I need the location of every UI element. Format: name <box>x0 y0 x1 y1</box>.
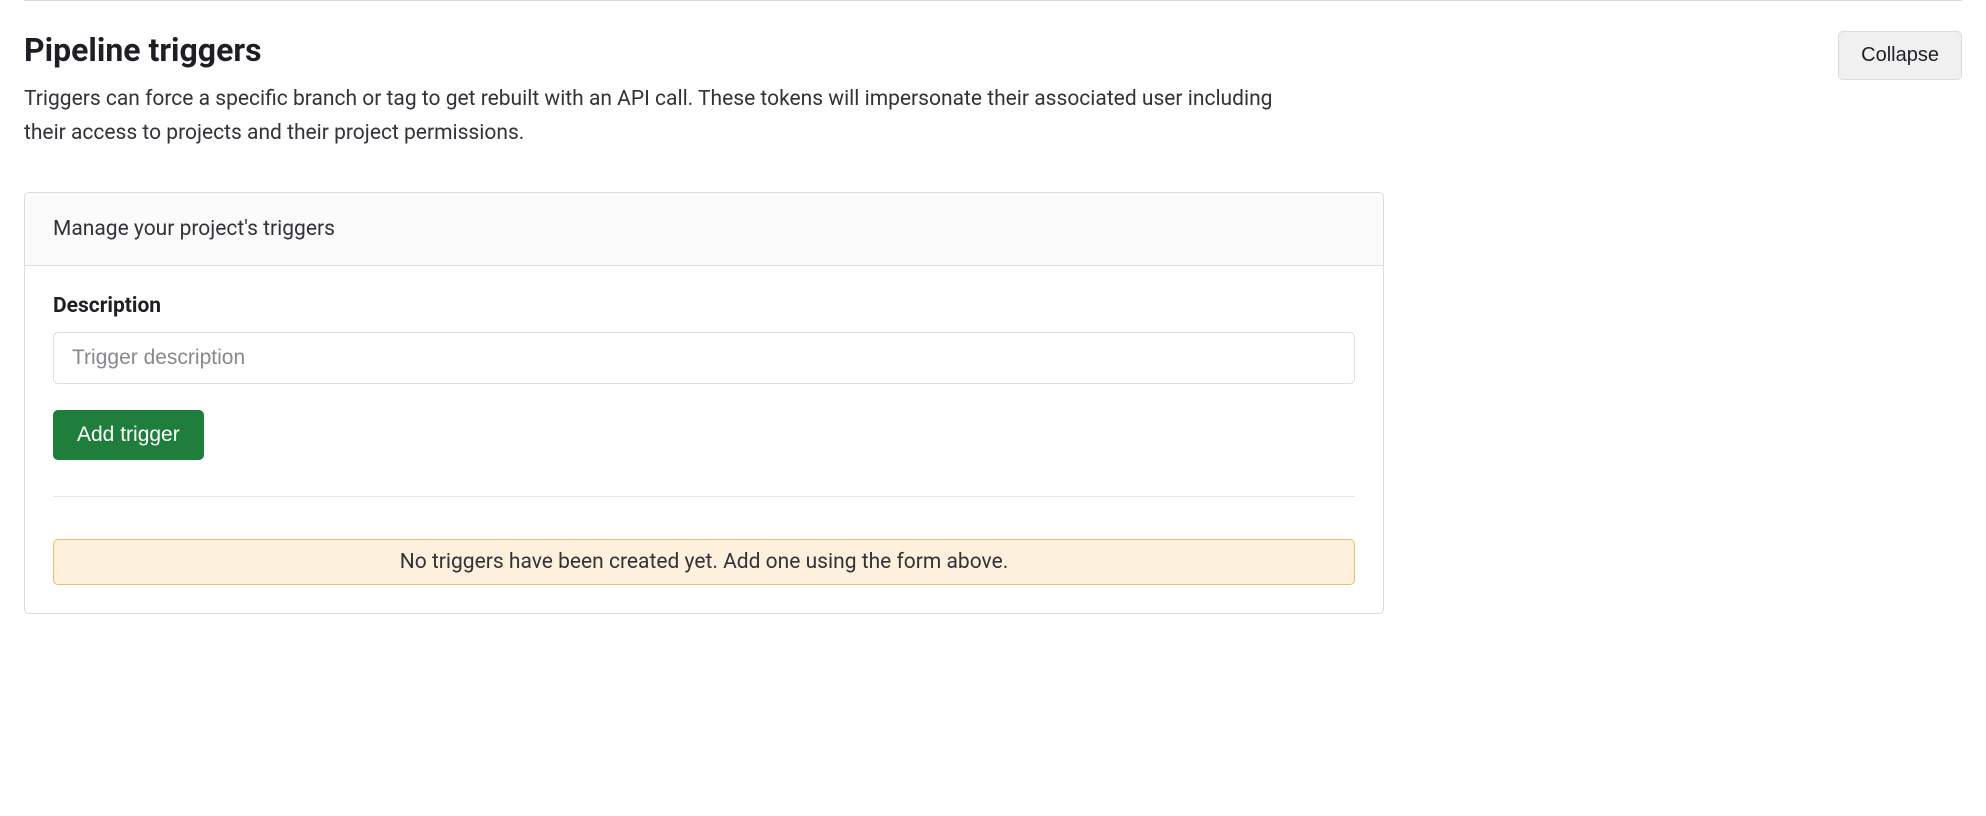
card-header: Manage your project's triggers <box>25 193 1383 266</box>
triggers-card: Manage your project's triggers Descripti… <box>24 192 1384 614</box>
section-title: Pipeline triggers <box>24 31 1384 69</box>
add-trigger-button[interactable]: Add trigger <box>53 410 204 460</box>
collapse-button[interactable]: Collapse <box>1838 31 1962 80</box>
section-header-text: Pipeline triggers Triggers can force a s… <box>24 31 1384 150</box>
section-description: Triggers can force a specific branch or … <box>24 83 1304 150</box>
form-divider <box>53 496 1355 497</box>
description-label: Description <box>53 294 1355 318</box>
section-header: Pipeline triggers Triggers can force a s… <box>24 31 1962 150</box>
empty-state-alert: No triggers have been created yet. Add o… <box>53 539 1355 585</box>
section-divider <box>24 0 1962 1</box>
card-body: Description Add trigger No triggers have… <box>25 266 1383 613</box>
description-input[interactable] <box>53 332 1355 384</box>
